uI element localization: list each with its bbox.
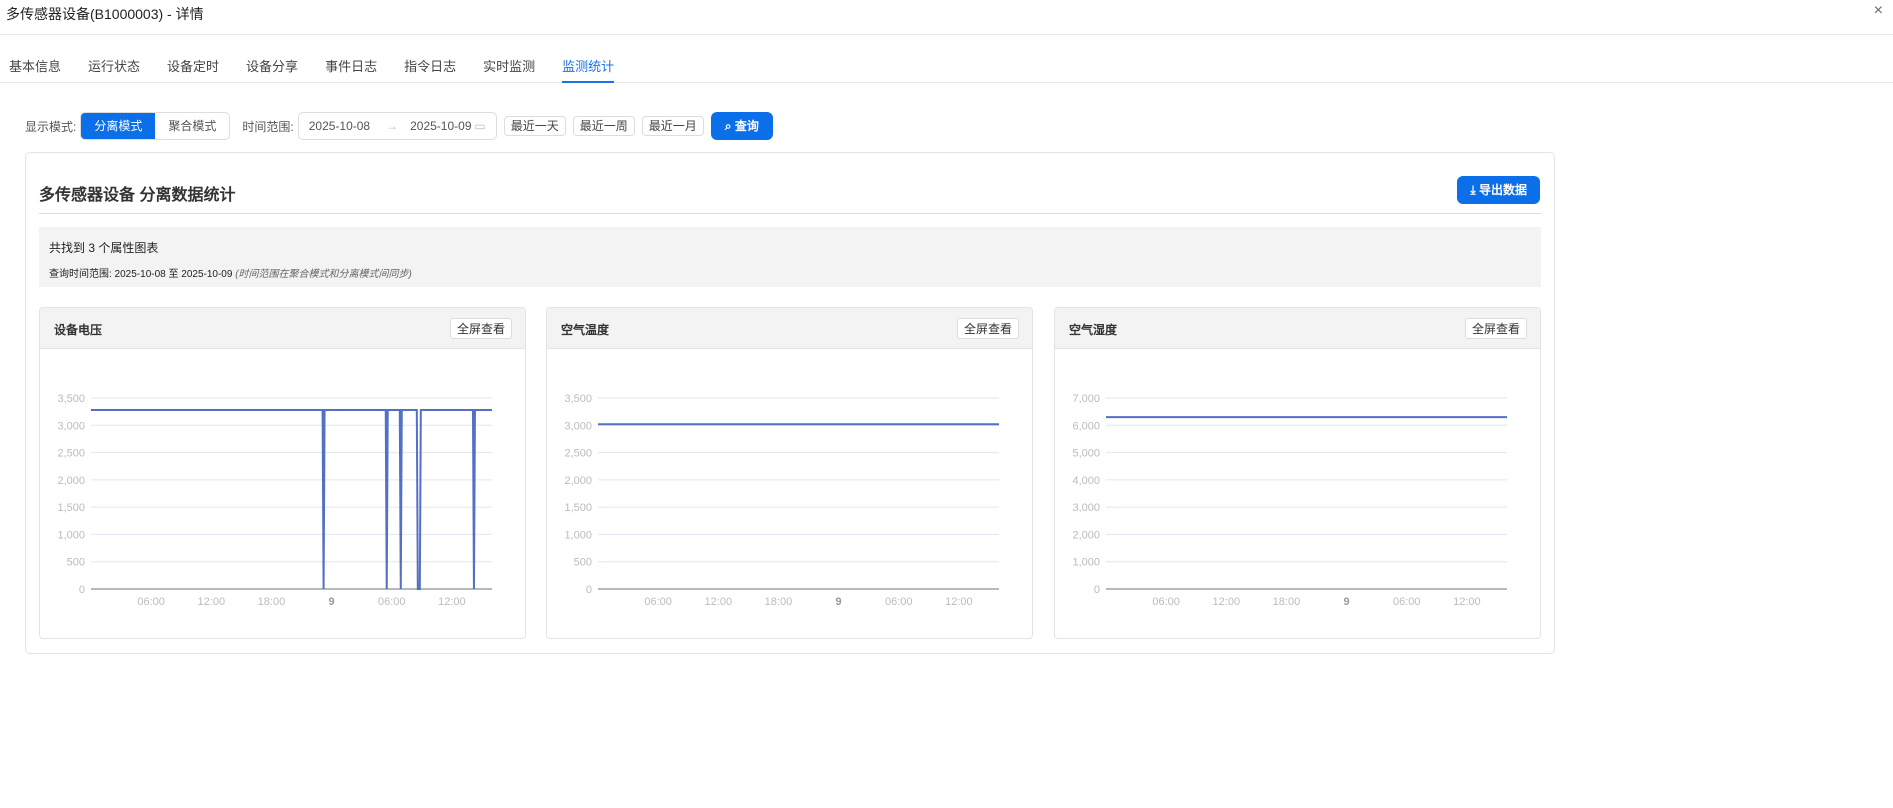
y-tick-label: 1,000 — [57, 529, 85, 541]
last-week-button[interactable]: 最近一周 — [572, 116, 635, 136]
chart-svg: 0 1,000 2,000 3,000 4,000 5,000 6,000 7,000 06:0… — [1072, 393, 1507, 608]
close-icon[interactable]: × — [1874, 2, 1883, 20]
x-tick-label: 9 — [329, 596, 335, 608]
y-tick-label: 1,000 — [1072, 557, 1100, 569]
export-label: 导出数据 — [1478, 183, 1527, 197]
y-tick-label: 500 — [574, 557, 592, 569]
fullscreen-button[interactable]: 全屏查看 — [449, 318, 512, 339]
fullscreen-button[interactable]: 全屏查看 — [956, 318, 1019, 339]
calendar-icon: ▭ — [474, 119, 486, 133]
range-label: 时间范围: — [242, 119, 294, 134]
last-day-button[interactable]: 最近一天 — [503, 116, 566, 136]
y-tick-label: 2,000 — [1072, 529, 1100, 541]
x-tick-label: 12:00 — [945, 596, 973, 608]
chart-svg: 0 500 1,000 1,500 2,000 2,500 3,000 3,500 06:00 1… — [564, 393, 999, 608]
y-tick-label: 1,000 — [564, 529, 592, 541]
chart-svg: 0 500 1,000 1,500 2,000 2,500 3,000 3,500 06:00 1… — [57, 393, 492, 608]
x-tick-label: 06:00 — [1152, 596, 1180, 608]
tab-basic-info[interactable]: 基本信息 — [9, 48, 61, 83]
chart-panel-voltage: 设备电压 全屏查看 0 500 1,000 1,500 2,000 2,500 3,000 3,… — [39, 307, 526, 639]
tab-bar: 基本信息 运行状态 设备定时 设备分享 事件日志 指令日志 实时监测 监测统计 — [0, 48, 1893, 83]
divider — [39, 213, 1541, 214]
x-tick-label: 12:00 — [1213, 596, 1241, 608]
mode-label: 显示模式: — [25, 119, 77, 134]
y-tick-label: 1,500 — [57, 502, 85, 514]
y-tick-label: 0 — [79, 584, 85, 596]
fullscreen-button[interactable]: 全屏查看 — [1464, 318, 1527, 339]
y-tick-label: 2,500 — [57, 448, 85, 460]
chart-panel-air-temperature: 空气温度 全屏查看 0 500 1,000 1,500 2,000 2,500 3,000 3,… — [546, 307, 1033, 639]
arrow-icon: → — [386, 119, 399, 133]
tab-statistics[interactable]: 监测统计 — [562, 48, 615, 83]
y-tick-label: 5,000 — [1072, 448, 1100, 460]
y-tick-label: 3,000 — [1072, 502, 1100, 514]
export-button[interactable]: ⤓ 导出数据 — [1457, 176, 1540, 204]
tab-command-log[interactable]: 指令日志 — [404, 48, 456, 83]
download-icon: ⤓ — [1470, 183, 1479, 197]
range-text: 查询时间范围: 2025-10-08 至 2025-10-09 — [49, 269, 233, 280]
x-tick-label: 06:00 — [644, 596, 672, 608]
query-label: 查询 — [734, 119, 759, 133]
y-tick-label: 6,000 — [1072, 420, 1100, 432]
chart-title: 设备电压 — [54, 323, 103, 337]
tab-run-status[interactable]: 运行状态 — [88, 48, 140, 83]
toolbar: 显示模式: 分离模式 聚合模式 时间范围: 2025-10-08 → 2025-… — [25, 112, 773, 140]
card-title: 多传感器设备 分离数据统计 — [39, 187, 236, 204]
range-note: (时间范围在聚合模式和分离模式间同步) — [235, 269, 412, 280]
x-tick-label: 12:00 — [198, 596, 226, 608]
tab-event-log[interactable]: 事件日志 — [325, 48, 377, 83]
y-tick-label: 500 — [67, 557, 85, 569]
y-tick-label: 4,000 — [1072, 475, 1100, 487]
tab-device-share[interactable]: 设备分享 — [246, 48, 298, 83]
found-count: 共找到 3 个属性图表 — [49, 241, 159, 255]
chart-panel-air-humidity: 空气湿度 全屏查看 0 1,000 2,000 3,000 4,000 5,000 6,000… — [1054, 307, 1541, 639]
info-box: 共找到 3 个属性图表 查询时间范围: 2025-10-08 至 2025-10… — [39, 227, 1541, 287]
last-month-button[interactable]: 最近一月 — [641, 116, 704, 136]
y-tick-label: 2,500 — [564, 448, 592, 460]
y-tick-label: 1,500 — [564, 502, 592, 514]
y-tick-label: 0 — [1094, 584, 1100, 596]
split-mode-button[interactable]: 分离模式 — [81, 113, 156, 139]
y-tick-label: 0 — [586, 584, 592, 596]
y-tick-label: 3,000 — [564, 420, 592, 432]
x-tick-label: 06:00 — [378, 596, 406, 608]
x-tick-label: 06:00 — [137, 596, 165, 608]
search-icon: ⌕ — [724, 119, 735, 133]
date-range-picker[interactable]: 2025-10-08 → 2025-10-09 ▭ — [297, 112, 497, 140]
query-button[interactable]: ⌕ 查询 — [710, 112, 773, 140]
mode-toggle: 分离模式 聚合模式 — [80, 112, 231, 140]
end-date[interactable]: 2025-10-09 — [410, 119, 471, 133]
x-tick-label: 9 — [836, 596, 842, 608]
x-tick-label: 18:00 — [1273, 596, 1301, 608]
divider — [0, 34, 1893, 35]
start-date[interactable]: 2025-10-08 — [309, 119, 370, 133]
x-tick-label: 18:00 — [258, 596, 286, 608]
x-tick-label: 9 — [1344, 596, 1350, 608]
chart-title: 空气湿度 — [1069, 323, 1118, 337]
y-tick-label: 3,500 — [564, 393, 592, 405]
y-tick-label: 7,000 — [1072, 393, 1100, 405]
y-tick-label: 3,500 — [57, 393, 85, 405]
x-tick-label: 12:00 — [438, 596, 466, 608]
x-tick-label: 12:00 — [1453, 596, 1481, 608]
x-tick-label: 06:00 — [1393, 596, 1421, 608]
x-tick-label: 18:00 — [765, 596, 793, 608]
y-tick-label: 2,000 — [564, 475, 592, 487]
window-title: 多传感器设备(B1000003) - 详情 — [6, 6, 204, 22]
x-tick-label: 12:00 — [705, 596, 733, 608]
y-tick-label: 2,000 — [57, 475, 85, 487]
chart-title: 空气温度 — [561, 323, 610, 337]
merge-mode-button[interactable]: 聚合模式 — [155, 113, 229, 139]
tab-device-timer[interactable]: 设备定时 — [167, 48, 219, 83]
y-tick-label: 3,000 — [57, 420, 85, 432]
x-tick-label: 06:00 — [885, 596, 913, 608]
tab-realtime[interactable]: 实时监测 — [483, 48, 535, 83]
